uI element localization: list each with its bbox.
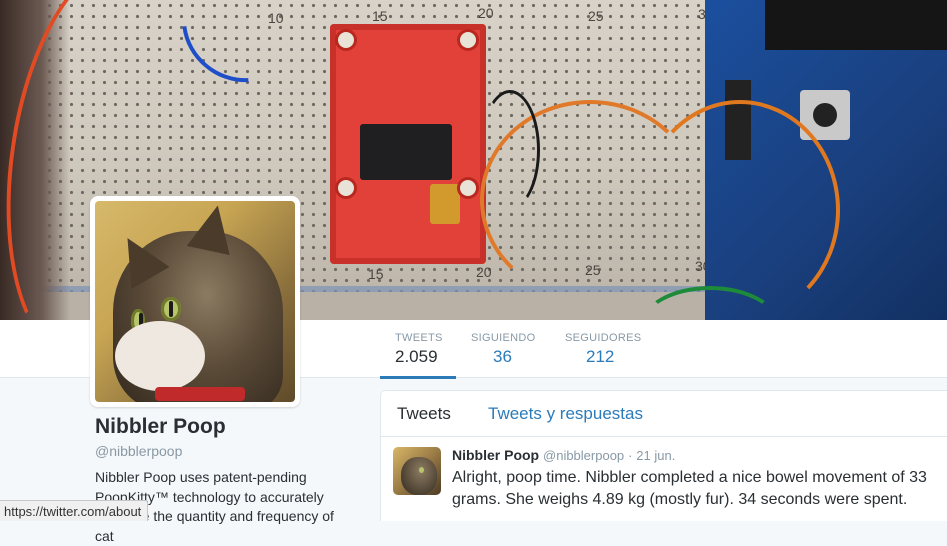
tweet-separator: ·: [628, 448, 633, 463]
browser-status-bar-url: https://twitter.com/about: [0, 500, 149, 521]
timeline: Tweets Tweets y respuestas Nibbler Poop …: [380, 390, 947, 521]
stat-following[interactable]: SIGUIENDO 36: [471, 320, 551, 378]
ic-chip: [360, 124, 452, 180]
profile-name[interactable]: Nibbler Poop: [95, 415, 226, 439]
black-wire: [480, 90, 540, 210]
board-number: 20: [478, 5, 494, 21]
timeline-tabs: Tweets Tweets y respuestas: [381, 391, 947, 437]
stat-following-value: 36: [493, 347, 512, 366]
tab-tweets[interactable]: Tweets: [397, 404, 451, 424]
tweet-header: Nibbler Poop @nibblerpoop · 21 jun.: [452, 447, 675, 463]
stat-followers[interactable]: SEGUIDORES 212: [565, 320, 655, 378]
board-number: 15: [368, 266, 384, 282]
stat-tweets[interactable]: TWEETS 2.059: [380, 320, 456, 379]
orange-wire: [640, 100, 840, 320]
load-cell-amplifier-board: [330, 24, 486, 264]
profile-avatar[interactable]: [90, 196, 300, 407]
stat-followers-label: SEGUIDORES: [565, 332, 642, 344]
tweet-author-handle[interactable]: @nibblerpoop: [543, 448, 624, 463]
tweet-avatar[interactable]: [393, 447, 441, 495]
stat-tweets-value: 2.059: [395, 347, 438, 366]
stat-tweets-label: TWEETS: [395, 332, 443, 344]
stat-followers-value: 212: [586, 347, 615, 366]
profile-handle[interactable]: @nibblerpoop: [95, 443, 182, 459]
board-number: 25: [588, 8, 604, 24]
board-number: 15: [372, 8, 388, 24]
board-number: 20: [476, 264, 492, 280]
cat-photo: [95, 201, 295, 402]
tweet-author-name[interactable]: Nibbler Poop: [452, 447, 539, 463]
stat-following-label: SIGUIENDO: [471, 332, 536, 344]
tab-tweets-and-replies[interactable]: Tweets y respuestas: [488, 404, 643, 424]
tweet-text: Alright, poop time. Nibbler completed a …: [452, 469, 927, 508]
tweet-timestamp[interactable]: 21 jun.: [636, 448, 675, 463]
